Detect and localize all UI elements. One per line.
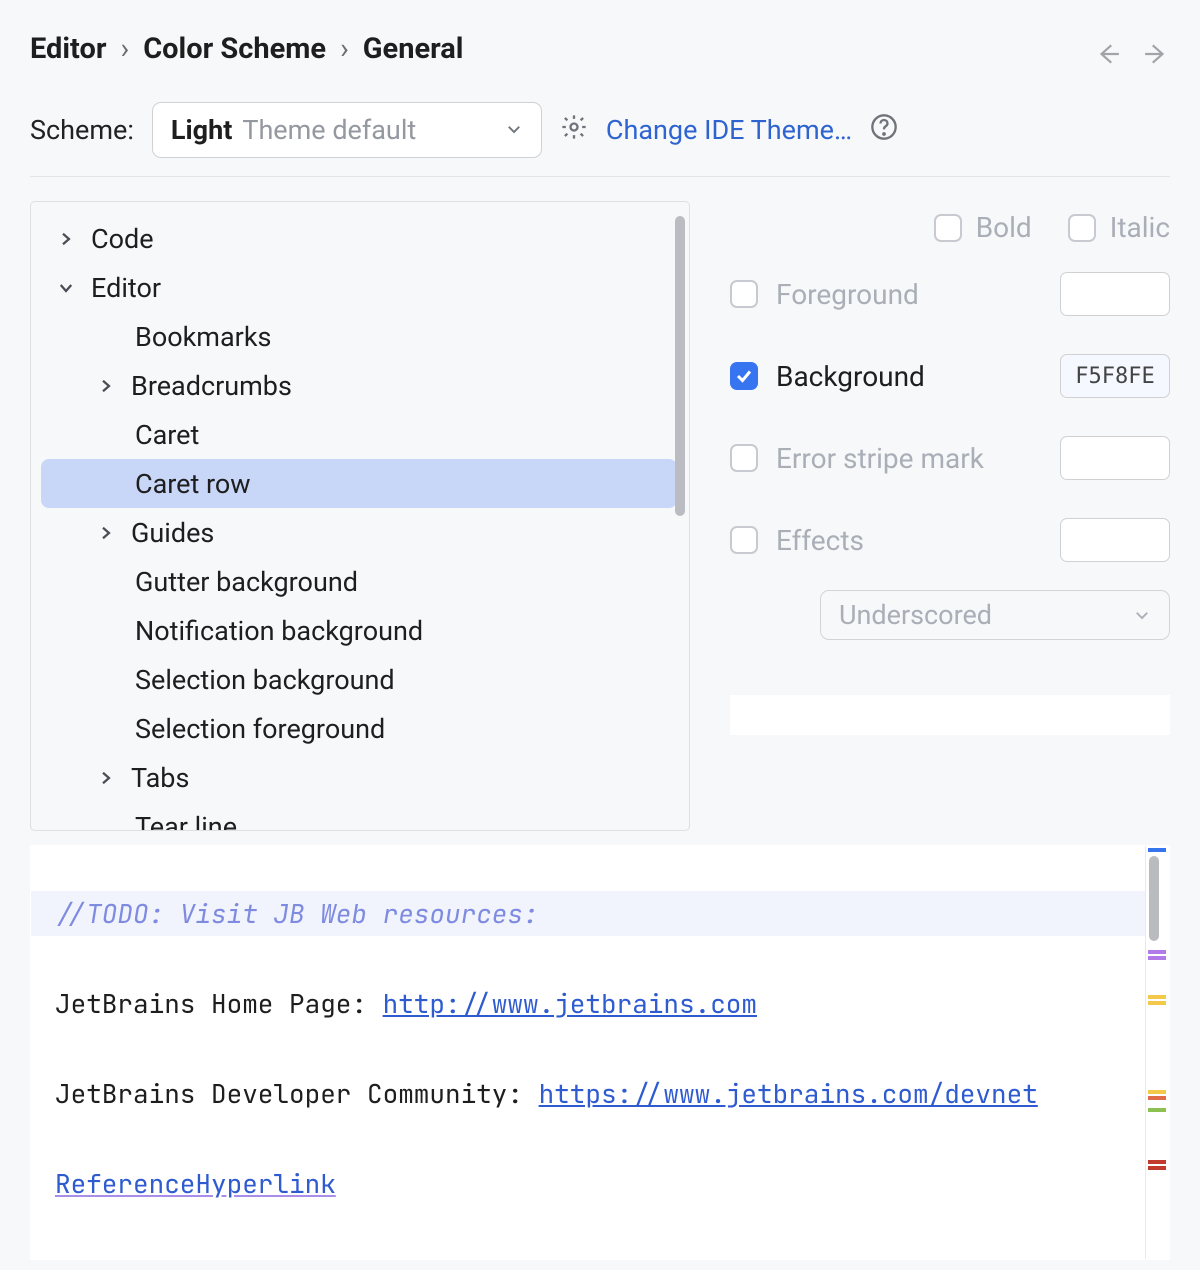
background-swatch[interactable]: F5F8FE: [1060, 354, 1170, 398]
effects-swatch[interactable]: [1060, 518, 1170, 562]
breadcrumb-editor[interactable]: Editor: [30, 32, 106, 66]
tree-label: Selection foreground: [135, 713, 385, 745]
tree-item-caret[interactable]: Caret: [31, 410, 689, 459]
effects-checkbox[interactable]: [730, 526, 758, 554]
settings-tree[interactable]: Code Editor Bookmarks Breadcrumbs Caret …: [30, 201, 690, 831]
error-stripe-checkbox[interactable]: [730, 444, 758, 472]
scheme-value: Light: [171, 114, 232, 146]
effects-type-dropdown: Underscored: [820, 590, 1170, 640]
code-link[interactable]: https://www.jetbrains.com/devnet: [539, 1076, 1038, 1111]
stripe-mark-icon[interactable]: [1148, 956, 1166, 960]
stripe-mark-icon[interactable]: [1148, 848, 1166, 852]
tree-item-selection-bg[interactable]: Selection background: [31, 655, 689, 704]
italic-label: Italic: [1110, 211, 1170, 244]
chevron-right-icon: [95, 524, 117, 542]
code-text: ": [819, 1256, 835, 1260]
forward-arrow-icon[interactable]: [1142, 40, 1170, 68]
tree-item-gutter-bg[interactable]: Gutter background: [31, 557, 689, 606]
bold-label: Bold: [976, 211, 1032, 244]
help-icon[interactable]: [870, 113, 898, 148]
breadcrumb-sep: ›: [340, 32, 349, 66]
code-link[interactable]: http://www.jetbrains.com: [383, 986, 757, 1021]
gear-icon[interactable]: [560, 113, 588, 148]
chevron-down-icon: [505, 115, 523, 145]
error-stripe-swatch[interactable]: [1060, 436, 1170, 480]
scheme-value-suffix: Theme default: [242, 114, 416, 146]
tree-label: Code: [91, 223, 154, 255]
tree-item-code[interactable]: Code: [31, 214, 689, 263]
tree-label: Caret row: [135, 468, 251, 500]
scheme-label: Scheme:: [30, 114, 134, 146]
background-hex: F5F8FE: [1075, 364, 1154, 389]
stripe-mark-icon[interactable]: [1148, 1001, 1166, 1005]
tree-label: Tabs: [131, 762, 189, 794]
tree-item-notification-bg[interactable]: Notification background: [31, 606, 689, 655]
code-inactive-link: http://jetbrains.com: [507, 1256, 819, 1260]
tree-item-breadcrumbs[interactable]: Breadcrumbs: [31, 361, 689, 410]
scheme-dropdown[interactable]: Light Theme default: [152, 102, 542, 158]
stripe-mark-icon[interactable]: [1148, 1166, 1166, 1170]
tree-item-tear-line[interactable]: Tear line: [31, 802, 689, 831]
chevron-right-icon: [95, 377, 117, 395]
tree-label: Bookmarks: [135, 321, 271, 353]
stripe-mark-icon[interactable]: [1148, 1108, 1166, 1112]
inheritance-slot: [730, 695, 1170, 735]
code-preview[interactable]: //TODO: Visit JB Web resources: JetBrain…: [30, 845, 1170, 1260]
tree-label: Editor: [91, 272, 161, 304]
code-text: Inactive hyperlink in code: ": [55, 1256, 507, 1260]
tree-label: Notification background: [135, 615, 423, 647]
tree-item-guides[interactable]: Guides: [31, 508, 689, 557]
chevron-down-icon: [55, 279, 77, 297]
change-ide-theme-link[interactable]: Change IDE Theme…: [606, 114, 852, 146]
divider: [30, 176, 1170, 177]
effects-type-value: Underscored: [839, 599, 992, 631]
scrollbar-thumb[interactable]: [675, 216, 685, 516]
tree-label: Gutter background: [135, 566, 358, 598]
tree-item-caret-row[interactable]: Caret row: [41, 459, 677, 508]
chevron-right-icon: [55, 230, 77, 248]
error-stripe-gutter[interactable]: [1145, 846, 1169, 1259]
chevron-right-icon: [95, 769, 117, 787]
tree-label: Caret: [135, 419, 199, 451]
foreground-swatch[interactable]: [1060, 272, 1170, 316]
tree-item-bookmarks[interactable]: Bookmarks: [31, 312, 689, 361]
error-stripe-label: Error stripe mark: [776, 442, 984, 475]
background-label: Background: [776, 360, 925, 393]
breadcrumb-color-scheme[interactable]: Color Scheme: [143, 32, 326, 66]
italic-checkbox-group: Italic: [1068, 211, 1170, 244]
code-reference-hyperlink[interactable]: ReferenceHyperlink: [55, 1166, 336, 1201]
bold-checkbox-group: Bold: [934, 211, 1032, 244]
breadcrumb-sep: ›: [120, 32, 129, 66]
effects-label: Effects: [776, 524, 864, 557]
tree-item-selection-fg[interactable]: Selection foreground: [31, 704, 689, 753]
scrollbar-thumb[interactable]: [1149, 856, 1159, 941]
tree-item-editor[interactable]: Editor: [31, 263, 689, 312]
bold-checkbox: [934, 214, 962, 242]
breadcrumb-general[interactable]: General: [363, 32, 464, 66]
foreground-checkbox[interactable]: [730, 280, 758, 308]
code-text: JetBrains Home Page:: [55, 986, 383, 1021]
back-arrow-icon[interactable]: [1094, 40, 1122, 68]
code-text: JetBrains Developer Community:: [55, 1076, 539, 1111]
tree-item-tabs[interactable]: Tabs: [31, 753, 689, 802]
foreground-label: Foreground: [776, 278, 919, 311]
tree-label: Tear line: [135, 811, 237, 832]
italic-checkbox: [1068, 214, 1096, 242]
tree-label: Guides: [131, 517, 214, 549]
tree-label: Selection background: [135, 664, 395, 696]
code-todo: //TODO: Visit JB Web resources:: [55, 896, 539, 931]
breadcrumb: Editor › Color Scheme › General: [30, 32, 463, 66]
stripe-mark-icon[interactable]: [1148, 1096, 1166, 1100]
tree-label: Breadcrumbs: [131, 370, 292, 402]
background-checkbox[interactable]: [730, 362, 758, 390]
